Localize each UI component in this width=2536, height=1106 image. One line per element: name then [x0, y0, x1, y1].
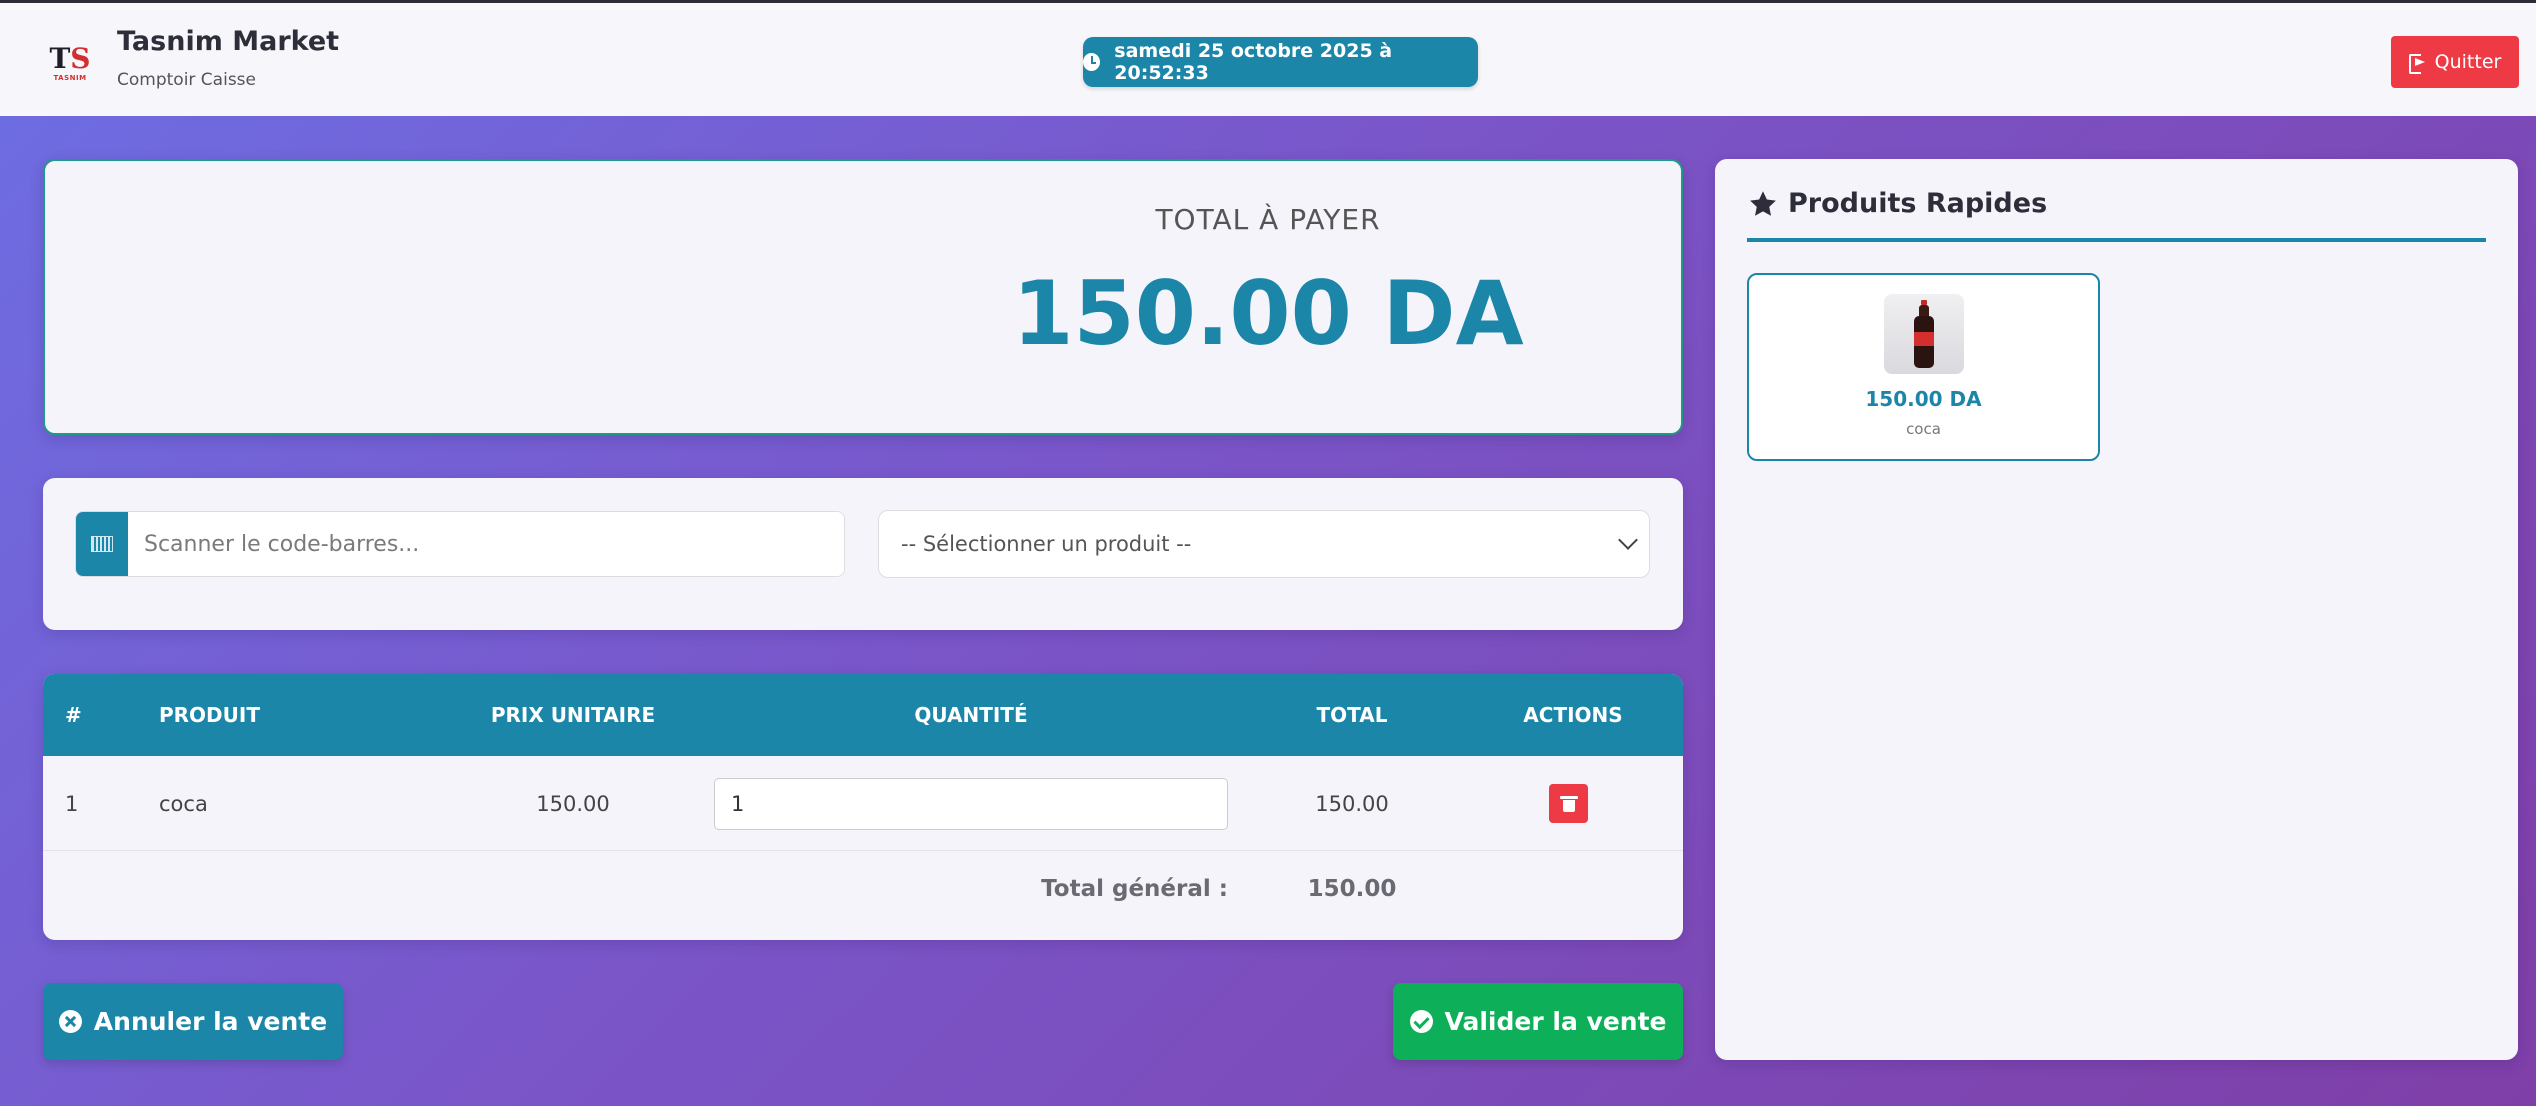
column-header-actions: ACTIONS [1523, 703, 1623, 727]
column-header-quantity: QUANTITÉ [914, 703, 1028, 727]
row-product: coca [159, 791, 208, 816]
logo-subtitle: TASNIM [53, 73, 87, 82]
logo-letter-s: S [70, 41, 91, 75]
grand-total-value: 150.00 [1307, 876, 1397, 902]
row-unit-price: 150.00 [536, 791, 610, 816]
quick-products-heading: Produits Rapides [1748, 188, 2047, 219]
barcode-input-group [75, 511, 845, 577]
bottle-icon [1913, 300, 1935, 368]
column-header-index: # [65, 703, 82, 727]
store-logo: TS TASNIM [44, 41, 96, 85]
table-header: # PRODUIT PRIX UNITAIRE QUANTITÉ TOTAL A… [43, 674, 1683, 756]
quit-label: Quitter [2434, 51, 2502, 73]
product-select-value: -- Sélectionner un produit -- [901, 532, 1192, 556]
cancel-sale-label: Annuler la vente [93, 1007, 328, 1036]
quit-button[interactable]: Quitter [2391, 36, 2519, 88]
cancel-sale-button[interactable]: Annuler la vente [43, 983, 343, 1060]
sign-out-icon [2408, 54, 2427, 74]
row-index: 1 [65, 791, 79, 816]
barcode-input[interactable] [128, 512, 844, 576]
trash-icon [1559, 795, 1578, 812]
delete-row-button[interactable] [1549, 784, 1588, 823]
top-bar: TS TASNIM Tasnim Market Comptoir Caisse … [0, 0, 2536, 116]
datetime-badge: samedi 25 octobre 2025 à 20:52:33 [1083, 37, 1478, 87]
store-title: Tasnim Market [117, 26, 340, 57]
barcode-icon [91, 536, 113, 552]
quick-products-title: Produits Rapides [1788, 188, 2048, 219]
logo-letter-t: T [49, 41, 71, 75]
barcode-addon [76, 512, 128, 576]
column-header-total: TOTAL [1316, 703, 1388, 727]
product-image [1884, 294, 1964, 374]
quick-products-divider [1747, 238, 2486, 242]
check-circle-icon [1409, 1010, 1433, 1033]
validate-sale-button[interactable]: Valider la vente [1393, 983, 1683, 1060]
store-subtitle: Comptoir Caisse [117, 70, 256, 90]
grand-total-label: Total général : [1041, 876, 1228, 902]
quantity-input[interactable] [714, 778, 1228, 830]
column-header-product: PRODUIT [159, 703, 260, 727]
product-select[interactable]: -- Sélectionner un produit -- [878, 510, 1650, 578]
quick-product-name: coca [1906, 420, 1941, 438]
chevron-down-icon [1618, 530, 1638, 550]
star-icon [1750, 190, 1776, 216]
validate-sale-label: Valider la vente [1444, 1007, 1667, 1036]
datetime-text: samedi 25 octobre 2025 à 20:52:33 [1114, 40, 1393, 84]
clock-icon [1083, 53, 1101, 71]
column-header-unit-price: PRIX UNITAIRE [490, 703, 656, 727]
row-total: 150.00 [1315, 791, 1389, 816]
quick-product-price: 150.00 DA [1865, 387, 1982, 411]
times-circle-icon [58, 1010, 82, 1033]
